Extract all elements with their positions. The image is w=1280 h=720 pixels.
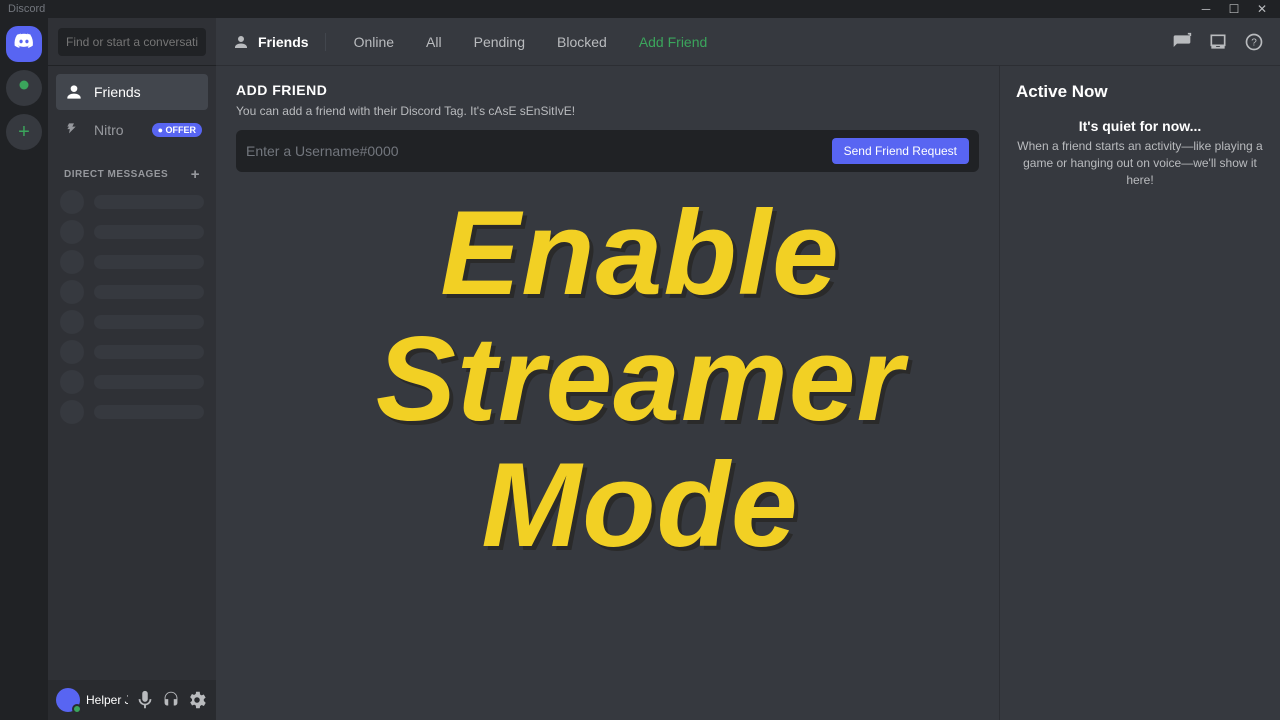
page-title-wrap: Friends [232,33,326,51]
tab-all[interactable]: All [418,32,450,52]
dm-header-label: DIRECT MESSAGES [64,169,168,180]
active-now-quiet: It's quiet for now... [1012,118,1268,134]
dm-placeholder [56,397,208,427]
tab-pending[interactable]: Pending [466,32,533,52]
dm-placeholder [56,307,208,337]
tab-online[interactable]: Online [346,32,402,52]
active-now-title: Active Now [1012,82,1268,102]
new-group-dm-button[interactable] [1172,32,1192,52]
add-friend-pane: ADD FRIEND You can add a friend with the… [216,66,1000,720]
friends-icon [232,33,250,51]
nitro-icon [64,120,84,140]
dm-placeholder [56,217,208,247]
create-dm-button[interactable]: + [191,166,200,183]
window-controls: ─ ☐ ✕ [1192,0,1276,18]
nav-label: Friends [94,84,141,100]
dm-header: DIRECT MESSAGES + [48,150,216,187]
add-friend-heading: ADD FRIEND [236,82,979,98]
user-avatar[interactable] [56,688,80,712]
help-button[interactable]: ? [1244,32,1264,52]
mute-button[interactable] [134,689,156,711]
active-now-description: When a friend starts an activity—like pl… [1012,138,1268,188]
inbox-button[interactable] [1208,32,1228,52]
nav-label: Nitro [94,122,124,138]
top-bar: Friends Online All Pending Blocked Add F… [216,18,1280,66]
close-button[interactable]: ✕ [1248,0,1276,18]
server-icon [15,76,33,100]
send-friend-request-button[interactable]: Send Friend Request [832,138,969,164]
dm-placeholder [56,277,208,307]
page-title: Friends [258,34,309,50]
dm-placeholder [56,187,208,217]
search-input[interactable] [58,28,206,56]
home-button[interactable] [6,26,42,62]
tab-blocked[interactable]: Blocked [549,32,615,52]
deafen-button[interactable] [160,689,182,711]
add-friend-description: You can add a friend with their Discord … [236,104,979,118]
user-panel: Helper Joel [48,680,216,720]
user-name: Helper Joel [86,693,128,707]
add-friend-input-wrap: Send Friend Request [236,130,979,172]
dm-list [48,187,216,427]
offer-badge: ● OFFER [152,123,202,137]
friends-icon [64,82,84,102]
search-area [48,18,216,66]
titlebar: Discord ─ ☐ ✕ [0,0,1280,18]
minimize-button[interactable]: ─ [1192,0,1220,18]
dm-placeholder [56,247,208,277]
channel-sidebar: Friends Nitro ● OFFER DIRECT MESSAGES + [48,18,216,720]
status-indicator [72,704,82,714]
discord-logo-icon [13,30,35,58]
server-item[interactable] [6,70,42,106]
sidebar-item-friends[interactable]: Friends [56,74,208,110]
app-name: Discord [8,3,45,15]
add-server-button[interactable]: + [6,114,42,150]
dm-placeholder [56,367,208,397]
active-now-pane: Active Now It's quiet for now... When a … [1000,66,1280,720]
dm-placeholder [56,337,208,367]
plus-icon: + [18,121,30,144]
settings-button[interactable] [186,689,208,711]
tab-add-friend[interactable]: Add Friend [631,32,715,52]
add-friend-input[interactable] [246,143,822,159]
maximize-button[interactable]: ☐ [1220,0,1248,18]
sidebar-item-nitro[interactable]: Nitro ● OFFER [56,112,208,148]
guild-list: + [0,18,48,720]
friend-tabs: Online All Pending Blocked Add Friend [346,32,716,52]
main-content: Friends Online All Pending Blocked Add F… [216,18,1280,720]
svg-text:?: ? [1251,37,1257,48]
